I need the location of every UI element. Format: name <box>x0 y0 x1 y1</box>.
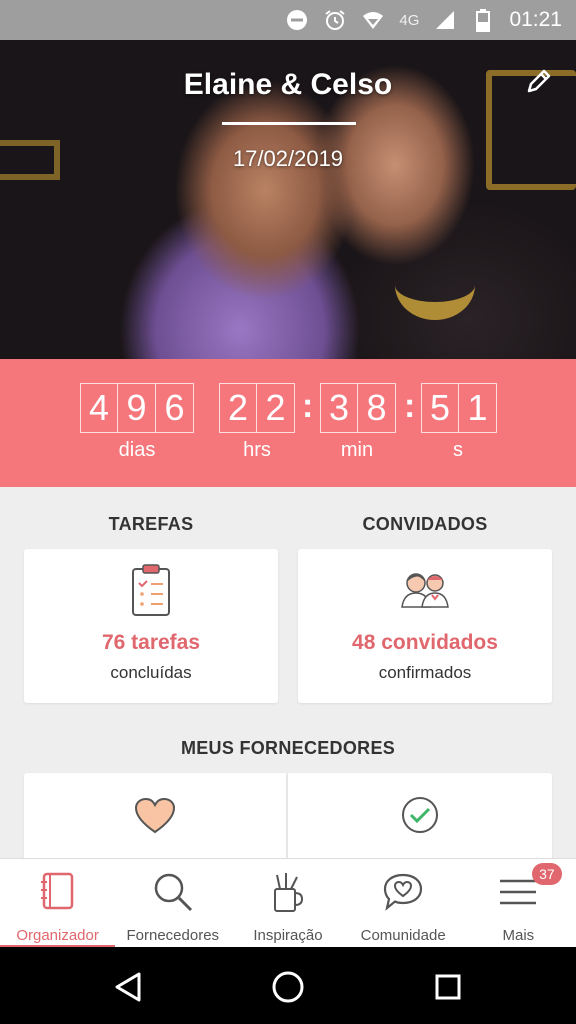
heart-icon <box>134 797 176 840</box>
minutes-digits: 3 8 <box>320 383 396 433</box>
seconds-digits: 5 1 <box>421 383 497 433</box>
network-type: 4G <box>399 11 420 29</box>
alarm-icon <box>323 8 347 32</box>
status-bar: 4G 01:21 <box>0 0 576 40</box>
do-not-disturb-icon <box>285 8 309 32</box>
hours-digits: 2 2 <box>219 383 295 433</box>
clock: 01:21 <box>509 8 562 31</box>
digit: 2 <box>219 383 257 433</box>
guests-count: 48 convidados <box>352 631 498 654</box>
photo-necklace <box>395 250 475 320</box>
tasks-count: 76 tarefas <box>101 631 201 654</box>
tab-organizador[interactable]: Organizador <box>0 859 116 948</box>
recents-button[interactable] <box>428 967 468 1007</box>
guests-couple-icon <box>398 569 452 614</box>
digit: 6 <box>156 383 194 433</box>
days-digits: 4 9 6 <box>80 383 194 433</box>
tasks-subtitle: concluídas <box>110 663 192 682</box>
notification-badge: 37 <box>531 863 562 885</box>
digit: 1 <box>459 383 497 433</box>
notebook-icon <box>35 869 81 915</box>
vendor-card-hired[interactable] <box>288 773 552 863</box>
couple-photo[interactable]: Elaine & Celso 17/02/2019 <box>0 40 576 359</box>
clipboard-checklist-icon <box>129 563 173 622</box>
bottom-tab-bar: Organizador Fornecedores Inspiração Comu… <box>0 858 576 948</box>
guests-title: CONVIDADOS <box>362 514 488 534</box>
battery-icon <box>471 8 495 32</box>
wifi-icon <box>361 8 385 32</box>
tab-label: Comunidade <box>360 927 446 944</box>
tab-inspiracao[interactable]: Inspiração <box>230 859 345 948</box>
digit: 4 <box>80 383 118 433</box>
tab-label: Mais <box>502 927 535 944</box>
back-button[interactable] <box>108 967 148 1007</box>
tab-label: Organizador <box>16 927 99 944</box>
countdown: 4 9 6 2 2 : 3 8 : 5 1 dias hrs min s <box>0 359 576 487</box>
home-button[interactable] <box>268 967 308 1007</box>
colon-separator: : <box>404 387 416 425</box>
digit: 9 <box>118 383 156 433</box>
title-divider <box>222 122 356 125</box>
inspiration-icon <box>265 869 311 915</box>
tab-comunidade[interactable]: Comunidade <box>346 859 461 948</box>
digit: 3 <box>320 383 358 433</box>
digit: 5 <box>421 383 459 433</box>
edit-button[interactable] <box>522 64 556 98</box>
wedding-date: 17/02/2019 <box>232 146 344 171</box>
check-circle-icon <box>400 795 440 840</box>
couple-names: Elaine & Celso <box>183 68 393 101</box>
digit: 2 <box>257 383 295 433</box>
back-triangle-icon <box>115 972 141 1002</box>
days-label: dias <box>118 439 156 461</box>
vendors-title: MEUS FORNECEDORES <box>180 738 396 758</box>
hours-label: hrs <box>243 439 271 461</box>
signal-icon <box>433 8 457 32</box>
android-nav-bar <box>0 947 576 1024</box>
chat-heart-icon <box>380 869 426 915</box>
pencil-icon <box>527 69 551 93</box>
guests-subtitle: confirmados <box>378 663 472 682</box>
tasks-title: TAREFAS <box>108 514 194 534</box>
guests-card[interactable]: 48 convidados confirmados <box>298 549 552 703</box>
minutes-label: min <box>340 439 374 461</box>
digit: 8 <box>358 383 396 433</box>
tab-fornecedores[interactable]: Fornecedores <box>115 859 230 948</box>
tasks-card[interactable]: 76 tarefas concluídas <box>24 549 278 703</box>
tab-label: Fornecedores <box>126 927 220 944</box>
seconds-label: s <box>453 439 463 461</box>
search-icon <box>150 869 196 915</box>
colon-separator: : <box>302 387 314 425</box>
tab-label: Inspiração <box>253 927 323 944</box>
tab-mais[interactable]: Mais 37 <box>461 859 576 948</box>
recents-square-icon <box>435 974 461 1000</box>
vendor-card-favorites[interactable] <box>24 773 286 863</box>
home-circle-icon <box>272 971 304 1003</box>
